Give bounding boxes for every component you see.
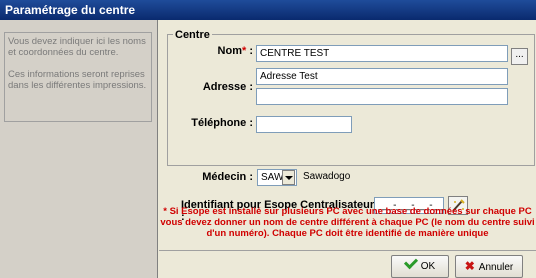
telephone-input[interactable] (256, 116, 352, 133)
adresse-label: Adresse : (202, 81, 253, 93)
ok-button-label: OK (420, 261, 436, 272)
adresse-line2-input[interactable] (256, 88, 508, 105)
checkmark-icon (403, 255, 418, 270)
cancel-button[interactable]: ✖ Annuler (455, 255, 523, 278)
medecin-name: Sawadogo (303, 171, 351, 182)
warning-text: * Si Esope est installé sur plusieurs PC… (160, 206, 535, 239)
window-title: Paramétrage du centre (0, 0, 536, 20)
cancel-button-label: Annuler (478, 262, 514, 273)
footer-divider (159, 250, 536, 251)
main-panel: Centre Nom* : CENTRE TEST ... Adresse Te… (159, 20, 536, 278)
nom-label: Nom* : (199, 45, 253, 57)
centre-group-label: Centre (173, 29, 212, 41)
adresse-line1-input[interactable]: Adresse Test (256, 68, 508, 85)
nom-label-text: Nom (217, 45, 242, 57)
medecin-select[interactable]: SAW (257, 169, 297, 186)
info-box: Vous devez indiquer ici les noms et coor… (4, 32, 152, 122)
info-text-1: Vous devez indiquer ici les noms et coor… (8, 36, 146, 58)
browse-button[interactable]: ... (511, 48, 528, 65)
info-text-2: Ces informations seront reprises dans le… (8, 69, 147, 91)
medecin-label: Médecin : (202, 171, 253, 183)
chevron-down-icon[interactable] (282, 170, 295, 185)
nom-input[interactable]: CENTRE TEST (256, 45, 508, 62)
medecin-code: SAW (261, 172, 284, 183)
left-panel: Vous devez indiquer ici les noms et coor… (0, 20, 158, 278)
ok-button[interactable]: OK (391, 255, 449, 278)
nom-label-colon: : (246, 45, 253, 57)
telephone-label: Téléphone : (191, 117, 253, 129)
cross-icon: ✖ (464, 259, 475, 273)
